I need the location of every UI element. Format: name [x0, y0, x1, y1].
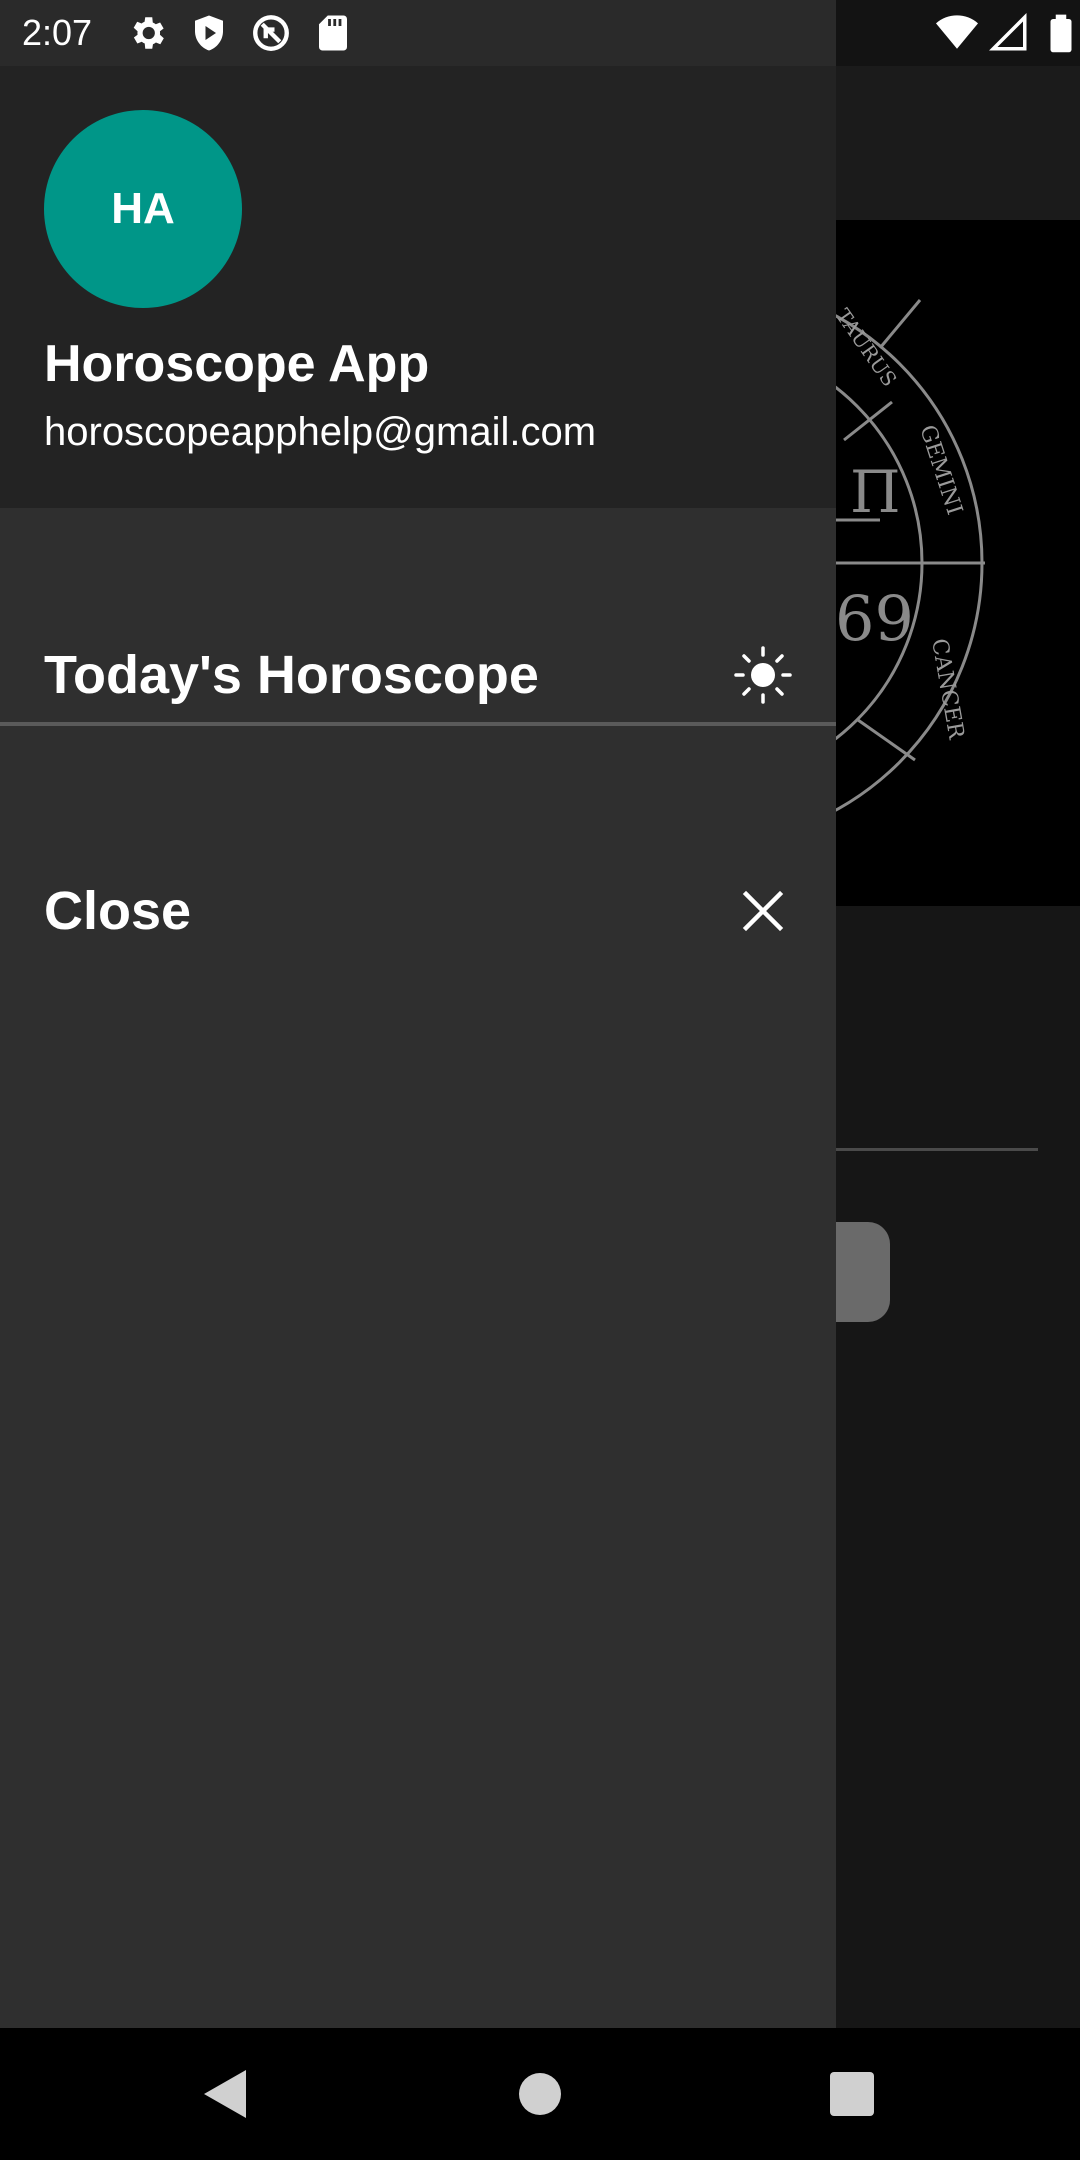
app-email: horoscopeapphelp@gmail.com — [44, 410, 597, 454]
avatar: HA — [44, 110, 242, 308]
menu-item-todays-horoscope[interactable]: Today's Horoscope — [0, 508, 836, 718]
close-icon — [734, 882, 792, 940]
drawer-header: HA Horoscope App horoscopeapphelp@gmail.… — [0, 66, 836, 508]
system-nav-bar — [0, 2028, 1080, 2160]
drawer-scrim[interactable] — [836, 66, 1080, 2028]
wifi-icon — [936, 12, 978, 54]
home-icon[interactable] — [510, 2064, 570, 2124]
back-icon[interactable] — [196, 2064, 256, 2124]
menu-item-close[interactable]: Close — [0, 726, 836, 946]
app-name: Horoscope App — [44, 335, 430, 393]
sun-icon — [734, 646, 792, 704]
menu-item-label: Today's Horoscope — [44, 645, 539, 705]
navigation-drawer: HA Horoscope App horoscopeapphelp@gmail.… — [0, 66, 836, 2028]
avatar-initials: HA — [111, 184, 175, 233]
screen: TAURUS GEMINI CANCER Π 69 2:07 HA Horosc… — [0, 0, 1080, 2160]
status-icons-right — [936, 12, 1080, 54]
status-time: 2:07 — [22, 12, 93, 53]
signal-icon — [988, 12, 1030, 54]
recents-icon[interactable] — [822, 2064, 882, 2124]
menu-item-label: Close — [44, 881, 192, 941]
sd-card-icon — [312, 12, 354, 54]
settings-icon — [126, 12, 168, 54]
battery-icon — [1040, 12, 1080, 54]
status-bar: 2:07 — [0, 0, 1080, 66]
shield-icon — [188, 12, 230, 54]
status-icons-left — [126, 12, 354, 54]
data-saver-icon — [250, 12, 292, 54]
